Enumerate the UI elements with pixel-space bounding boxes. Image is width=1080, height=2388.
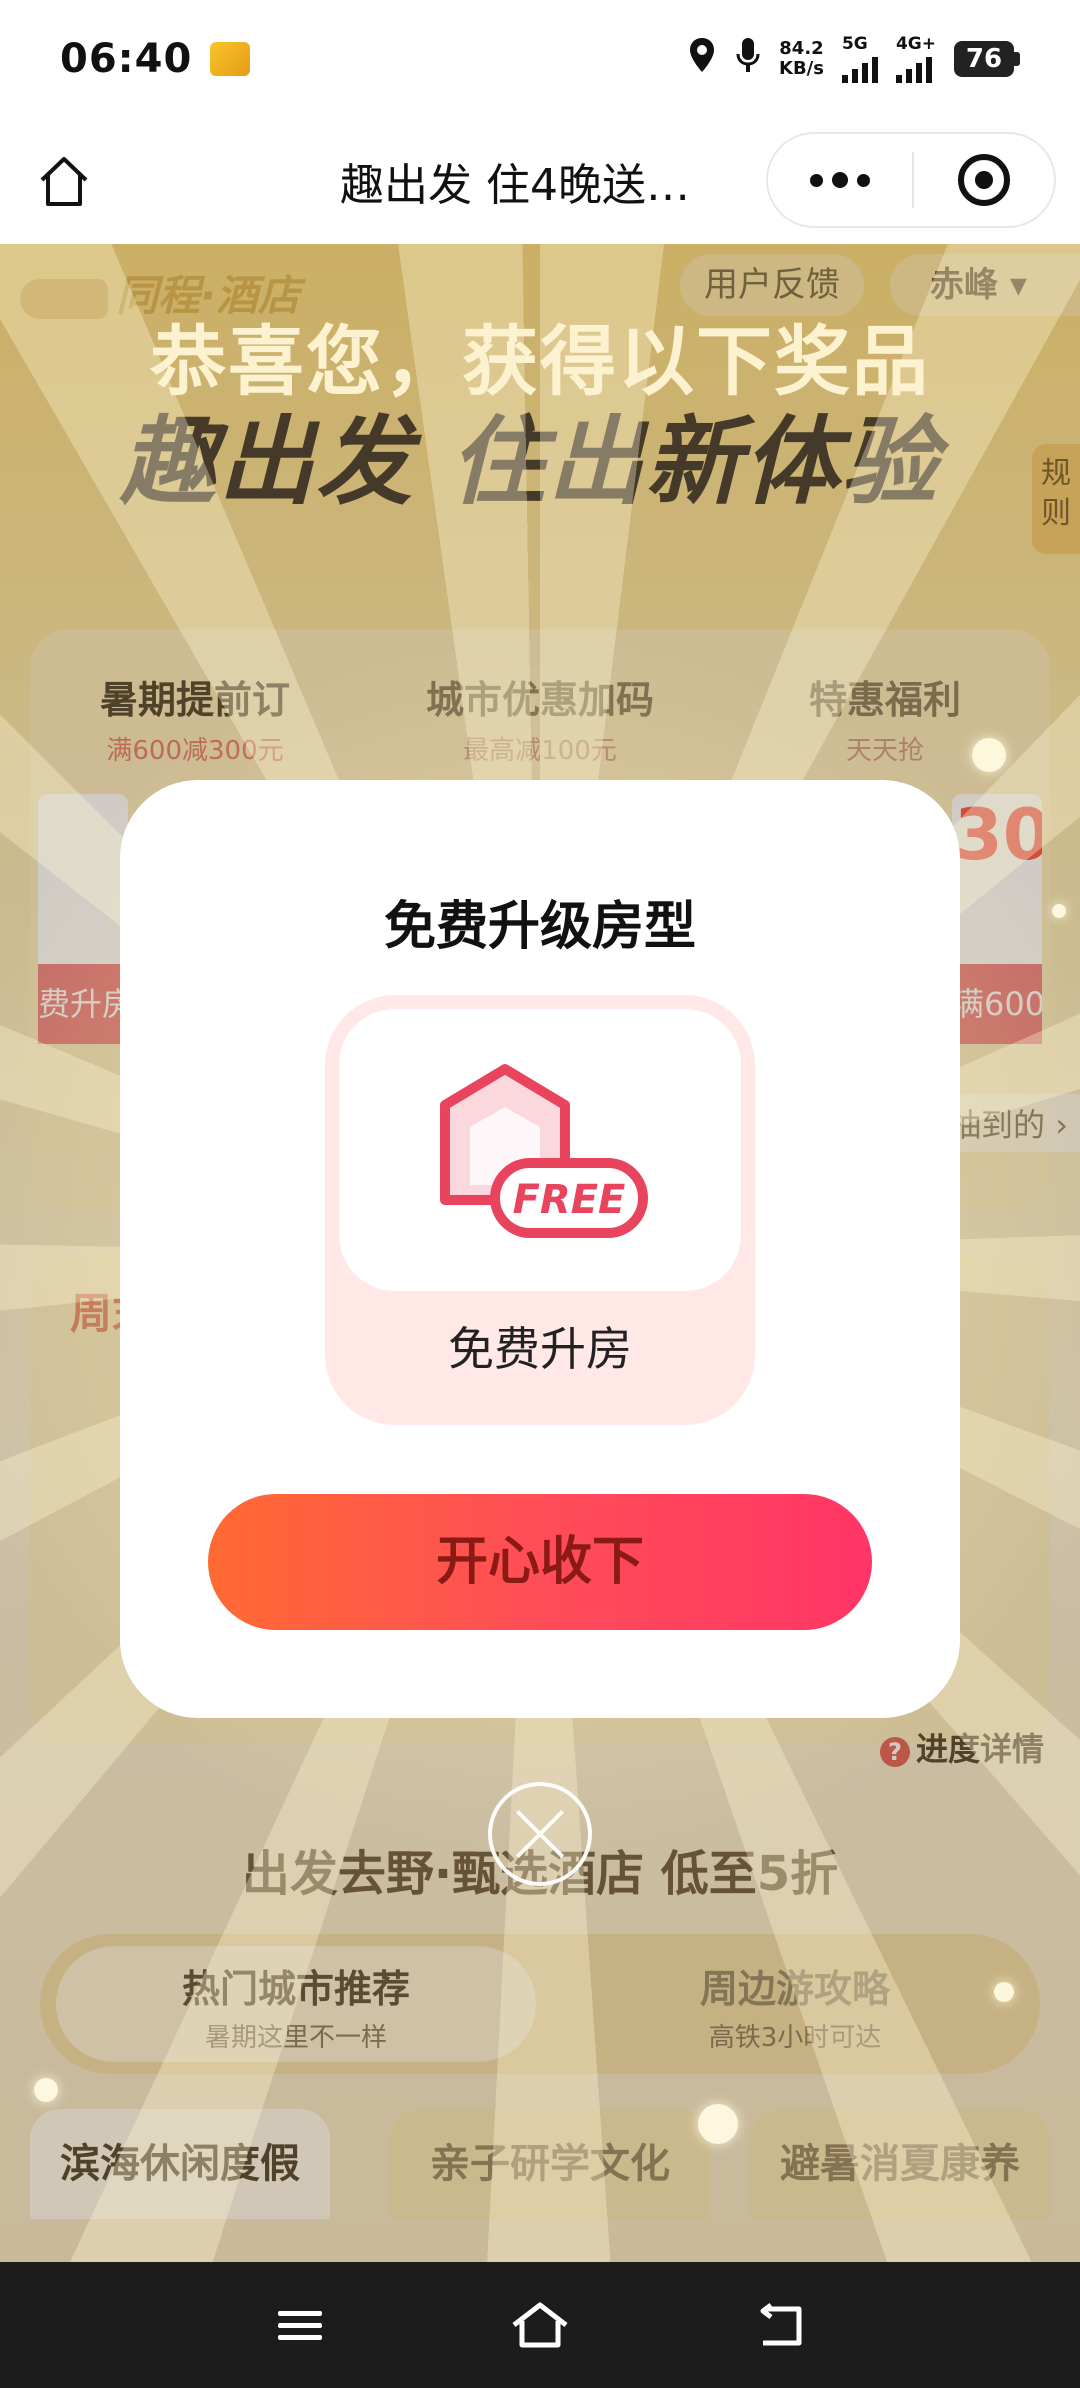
menu-icon: [278, 2304, 322, 2347]
signal-bars-icon: [895, 53, 936, 83]
page-title: 趣出发 住4晚送…: [340, 160, 690, 211]
prize-card: FREE 免费升房: [325, 995, 755, 1425]
back-button[interactable]: [740, 2285, 820, 2365]
free-room-upgrade-icon: FREE: [440, 1064, 648, 1238]
battery-icon: 76: [954, 41, 1020, 77]
sparkle-decoration: [972, 738, 1006, 772]
mini-program-nav-bar: 趣出发 住4晚送…: [0, 118, 1080, 244]
congrats-text: 恭喜您，获得以下奖品: [150, 317, 930, 406]
net-label-4g: 4G+: [895, 34, 936, 54]
location-icon: [687, 36, 717, 83]
status-bar: 06:40 84.2 KB/s 5G 4G+ 76: [0, 0, 1080, 118]
system-home-button[interactable]: [500, 2285, 580, 2365]
free-badge-text: FREE: [513, 1177, 626, 1223]
home-icon: [40, 157, 88, 206]
close-modal-button[interactable]: [488, 1782, 592, 1886]
net-label-5g: 5G: [841, 34, 868, 54]
modal-title: 免费升级房型: [383, 897, 696, 957]
microphone-icon: [735, 36, 761, 83]
prize-image: FREE: [339, 1009, 741, 1291]
more-button[interactable]: [768, 134, 912, 226]
close-miniprogram-button[interactable]: [914, 154, 1054, 206]
signal-4g: 4G+: [895, 34, 936, 83]
sparkle-decoration: [994, 1982, 1014, 2002]
recent-apps-button[interactable]: [260, 2285, 340, 2365]
status-indicators: 84.2 KB/s 5G 4G+ 76: [687, 35, 1020, 83]
signal-bars-icon: [841, 53, 878, 83]
home-button[interactable]: [32, 149, 96, 213]
capsule-menu: [766, 132, 1056, 228]
speed-value: 84.2: [779, 38, 824, 59]
signal-5g: 5G: [841, 34, 878, 83]
prize-name: 免费升房: [448, 1322, 632, 1376]
target-icon: [958, 154, 1010, 206]
network-speed: 84.2 KB/s: [779, 39, 824, 79]
app-notification-icon: [210, 42, 251, 76]
system-nav-bar: [0, 2262, 1080, 2388]
prize-modal: 免费升级房型 FREE 免费升房 开心收下: [120, 780, 960, 1718]
battery-level: 76: [954, 41, 1014, 77]
back-icon: [760, 2303, 802, 2346]
home-icon: [512, 2302, 568, 2348]
status-time: 06:40: [60, 36, 193, 82]
accept-prize-button[interactable]: 开心收下: [208, 1494, 872, 1630]
sparkle-decoration: [1052, 904, 1066, 918]
sparkle-decoration: [34, 2078, 58, 2102]
speed-unit: KB/s: [779, 58, 824, 79]
sparkle-decoration: [698, 2104, 738, 2144]
